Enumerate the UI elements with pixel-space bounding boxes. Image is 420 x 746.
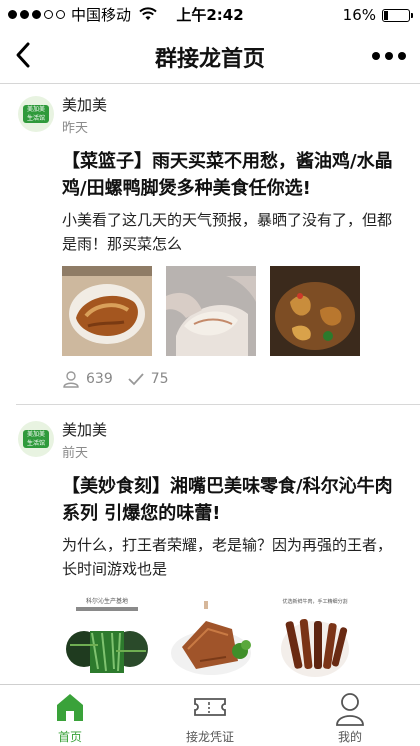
- post-image-crystal-chicken[interactable]: [166, 266, 256, 356]
- post-author: 美加美: [62, 96, 108, 114]
- battery-percent: 16%: [342, 6, 376, 24]
- post-title[interactable]: 【菜篮子】雨天买菜不用愁，酱油鸡/水晶鸡/田螺鸭脚煲多种美食任你选!: [62, 148, 408, 202]
- post-image-duck-feet-pot[interactable]: [270, 266, 360, 356]
- post-description: 小美看了这几天的天气预报，暴晒了没有了，但都是雨！那买菜怎么: [62, 211, 393, 253]
- tab-label: 首页: [57, 730, 82, 744]
- image-caption: 优选新鲜牛肉，手工精细分割: [282, 598, 347, 605]
- navigation-bar: 群接龙首页: [0, 28, 420, 84]
- image-caption: 科尔沁生产基地: [86, 597, 128, 605]
- check-count: 75: [150, 371, 169, 387]
- post-stats: 639 75: [62, 368, 420, 390]
- more-dots-icon[interactable]: [372, 52, 406, 60]
- checkmark-icon: [128, 373, 144, 386]
- post-image-beef-jerky-plate[interactable]: [166, 591, 256, 681]
- tab-label: 我的: [337, 730, 362, 744]
- tab-label: 接龙凭证: [185, 730, 234, 744]
- post-date: 前天: [62, 446, 89, 461]
- post-feed: 美加美 生活馆 美加美 昨天 【菜篮子】雨天买菜不用愁，酱油鸡/水晶鸡/田螺鸭脚煲…: [0, 84, 420, 684]
- person-outline-icon: [63, 371, 79, 388]
- person-icon: [336, 693, 364, 726]
- post-card[interactable]: 美加美 生活馆 美加美 前天 【美妙食刻】湘嘴巴美味零食/科尔沁牛肉系列 引爆您的…: [0, 409, 420, 684]
- post-card[interactable]: 美加美 生活馆 美加美 昨天 【菜篮子】雨天买菜不用愁，酱油鸡/水晶鸡/田螺鸭脚煲…: [0, 84, 420, 405]
- brand-logo-icon: 美加美 生活馆: [23, 430, 49, 448]
- battery-icon: [382, 8, 413, 22]
- post-date: 昨天: [62, 121, 89, 136]
- home-icon: [57, 694, 83, 721]
- post-image-production-base[interactable]: 科尔沁生产基地: [62, 591, 152, 681]
- view-count: 639: [86, 371, 113, 387]
- post-images: [62, 266, 420, 356]
- status-bar: 中国移动 上午2:42 16%: [0, 0, 420, 28]
- post-author: 美加美: [62, 421, 108, 439]
- tab-jielong-voucher[interactable]: 接龙凭证: [140, 685, 280, 746]
- divider: [16, 404, 420, 405]
- tab-home[interactable]: 首页: [0, 685, 140, 746]
- page-title: 群接龙首页: [154, 47, 265, 72]
- brand-logo-icon: 美加美 生活馆: [23, 105, 49, 123]
- post-image-beef-strips[interactable]: 优选新鲜牛肉，手工精细分割: [270, 591, 360, 681]
- avatar[interactable]: 美加美 生活馆: [18, 96, 54, 132]
- tab-bar: 首页 接龙凭证 我的: [0, 684, 420, 746]
- avatar[interactable]: 美加美 生活馆: [18, 421, 54, 457]
- tab-mine[interactable]: 我的: [280, 685, 420, 746]
- post-title[interactable]: 【美妙食刻】湘嘴巴美味零食/科尔沁牛肉系列 引爆您的味蕾!: [62, 473, 408, 527]
- post-description: 为什么，打王者荣耀，老是输？因为再强的王者，长时间游戏也是: [62, 536, 393, 578]
- post-images: 科尔沁生产基地 优选新鲜牛肉，手工精细分割: [62, 591, 420, 681]
- post-image-soy-chicken[interactable]: [62, 266, 152, 356]
- ticket-icon: [194, 698, 226, 716]
